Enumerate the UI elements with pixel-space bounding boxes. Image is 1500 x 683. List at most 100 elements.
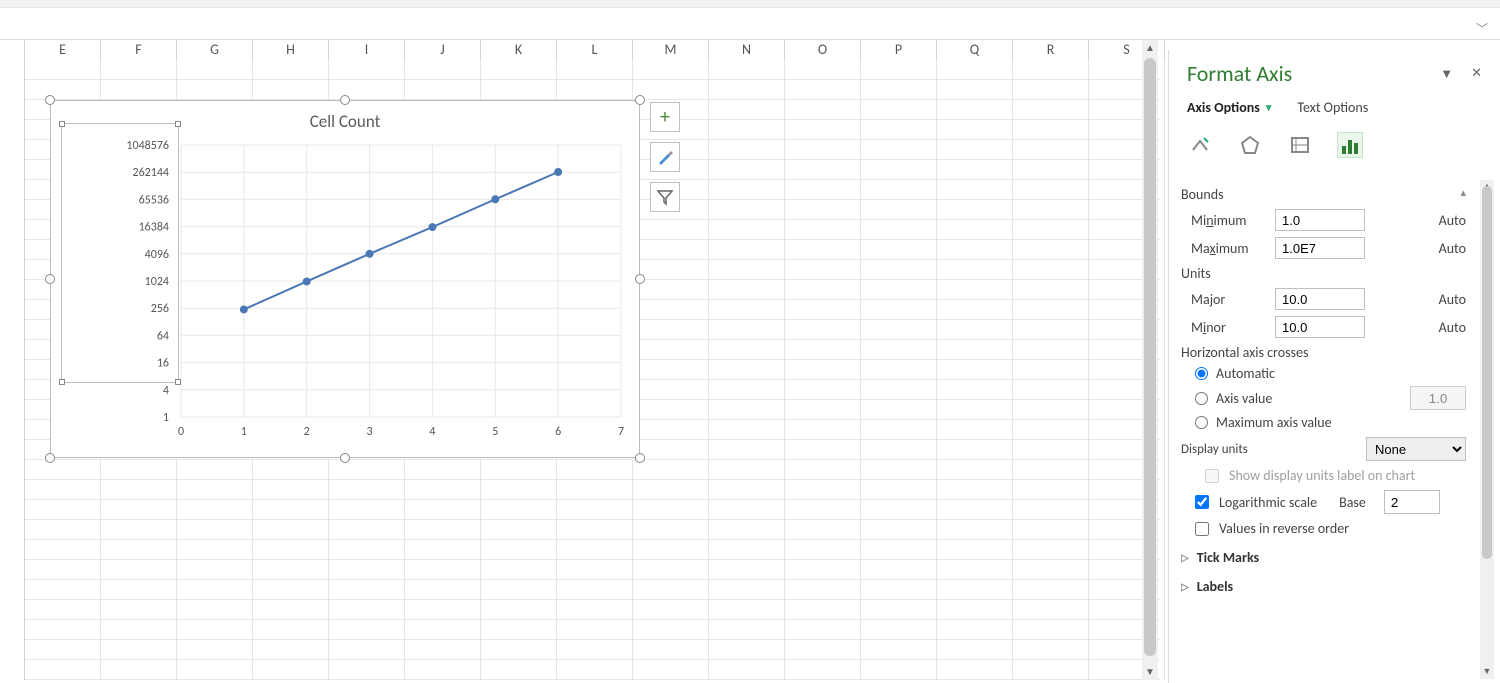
cell[interactable] [1013,180,1089,200]
cell[interactable] [785,420,861,440]
cell[interactable] [709,60,785,80]
cell[interactable] [557,480,633,500]
cell[interactable] [101,620,177,640]
cell[interactable] [709,660,785,680]
cell[interactable] [329,540,405,560]
crosses-axisvalue-radio[interactable] [1195,392,1208,405]
cell[interactable] [937,240,1013,260]
col-header[interactable]: P [861,40,937,60]
cell[interactable] [937,560,1013,580]
cell[interactable] [709,400,785,420]
cell[interactable] [709,160,785,180]
cell[interactable] [557,580,633,600]
cell[interactable] [177,540,253,560]
row-header[interactable] [0,300,25,320]
cell[interactable] [937,320,1013,340]
auto-major-button[interactable]: Auto [1439,291,1466,308]
cell[interactable] [937,520,1013,540]
cell[interactable] [937,660,1013,680]
row-header[interactable] [0,660,25,680]
cell[interactable] [25,80,101,100]
chart-object[interactable]: Cell Count 10485762621446553616384409610… [50,100,640,458]
cell[interactable] [937,260,1013,280]
cell[interactable] [177,560,253,580]
cell[interactable] [709,640,785,660]
cell[interactable] [481,80,557,100]
row-header[interactable] [0,460,25,480]
cell[interactable] [1013,240,1089,260]
cell[interactable] [329,520,405,540]
row-header[interactable] [0,440,25,460]
chart-elements-button[interactable]: + [650,102,680,132]
cell[interactable] [785,60,861,80]
cell[interactable] [785,340,861,360]
cell[interactable] [557,600,633,620]
cell[interactable] [1013,660,1089,680]
cell[interactable] [937,120,1013,140]
cell[interactable] [861,500,937,520]
cell[interactable] [405,480,481,500]
cell[interactable] [709,480,785,500]
cell[interactable] [557,60,633,80]
cell[interactable] [25,460,101,480]
cell[interactable] [785,400,861,420]
labels-section[interactable]: ▷Labels [1181,578,1466,595]
corner-header[interactable] [0,40,25,60]
cell[interactable] [785,220,861,240]
cell[interactable] [633,500,709,520]
cell[interactable] [709,340,785,360]
auto-maximum-button[interactable]: Auto [1439,240,1466,257]
row-header[interactable] [0,260,25,280]
row-header[interactable] [0,280,25,300]
crosses-max-radio[interactable] [1195,416,1208,429]
cell[interactable] [1013,540,1089,560]
axis-options-icon[interactable] [1337,132,1363,158]
cell[interactable] [481,60,557,80]
cell[interactable] [785,280,861,300]
scroll-down-icon[interactable]: ▼ [1480,665,1494,679]
col-header[interactable]: E [25,40,101,60]
cell[interactable] [633,480,709,500]
cell[interactable] [481,540,557,560]
cell[interactable] [785,200,861,220]
cell[interactable] [1013,220,1089,240]
cell[interactable] [253,640,329,660]
cell[interactable] [405,620,481,640]
cell[interactable] [709,140,785,160]
row-header[interactable] [0,360,25,380]
cell[interactable] [709,600,785,620]
cell[interactable] [557,560,633,580]
cell[interactable] [937,640,1013,660]
cell[interactable] [1013,580,1089,600]
cell[interactable] [709,460,785,480]
cell[interactable] [329,460,405,480]
cell[interactable] [1013,60,1089,80]
chart-title[interactable]: Cell Count [51,101,639,138]
cell[interactable] [405,560,481,580]
auto-minor-button[interactable]: Auto [1439,319,1466,336]
row-header[interactable] [0,120,25,140]
cell[interactable] [937,60,1013,80]
cell[interactable] [405,540,481,560]
cell[interactable] [177,480,253,500]
fill-line-icon[interactable] [1187,132,1213,158]
cell[interactable] [633,340,709,360]
cell[interactable] [25,500,101,520]
cell[interactable] [405,640,481,660]
cell[interactable] [177,60,253,80]
cell[interactable] [861,240,937,260]
cell[interactable] [101,520,177,540]
cell[interactable] [1013,420,1089,440]
cell[interactable] [405,580,481,600]
cell[interactable] [785,360,861,380]
row-header[interactable] [0,180,25,200]
col-header[interactable]: N [709,40,785,60]
col-header[interactable]: H [253,40,329,60]
cell[interactable] [25,640,101,660]
cell[interactable] [937,360,1013,380]
cell[interactable] [709,260,785,280]
chart-resize-handle[interactable] [45,95,55,105]
cell[interactable] [557,500,633,520]
log-base-input[interactable] [1384,490,1440,514]
row-header[interactable] [0,140,25,160]
